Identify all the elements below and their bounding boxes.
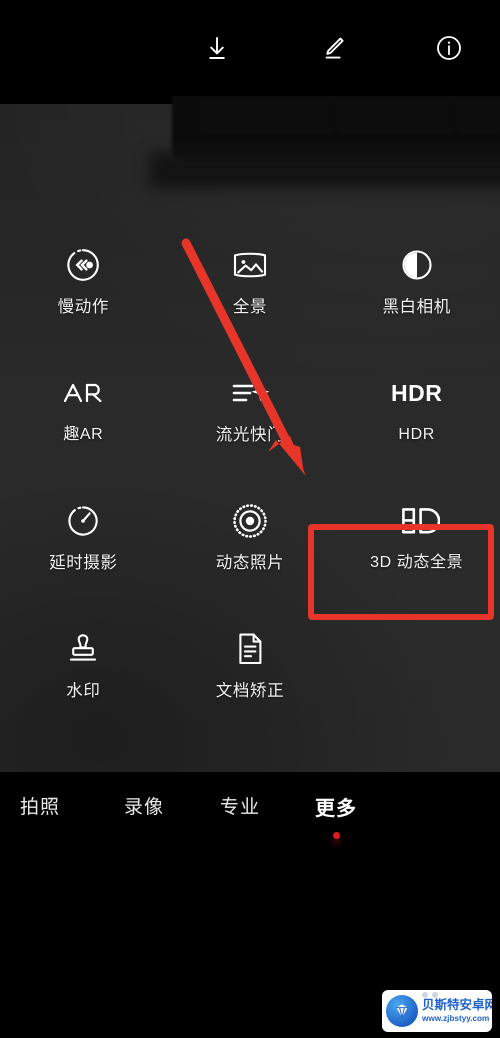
mode-item-3d-panorama[interactable]: 3D 动态全景 — [333, 472, 500, 600]
three-d-icon — [389, 501, 445, 541]
info-icon[interactable] — [432, 31, 466, 65]
tab-label: 录像 — [123, 797, 164, 818]
mode-label: 水印 — [66, 681, 101, 700]
live-photo-icon — [222, 501, 278, 541]
phone-screen: 慢动作 全景 黑白相机 趣AR 流光快门 HDR HDR 延时摄影 动态照片 3… — [0, 0, 500, 1038]
mode-item-monochrome[interactable]: 黑白相机 — [333, 216, 500, 344]
mode-item-document-correction[interactable]: 文档矫正 — [167, 600, 334, 728]
watermark-icon — [55, 629, 111, 669]
edit-icon[interactable] — [316, 31, 350, 65]
active-tab-indicator — [332, 832, 340, 839]
mode-label: 延时摄影 — [49, 553, 118, 572]
bottom-black-area: 贝斯特安卓网 www.zjbstyy.com — [0, 862, 500, 1038]
mode-item-hdr[interactable]: HDR HDR — [333, 344, 500, 472]
tab-video[interactable]: 录像 — [96, 792, 192, 819]
time-lapse-icon — [55, 501, 111, 541]
tab-more[interactable]: 更多 — [288, 792, 384, 839]
camera-mode-tabbar: 拍照 录像 专业 更多 — [0, 772, 500, 862]
mode-item-time-lapse[interactable]: 延时摄影 — [0, 472, 167, 600]
watermark-logo-icon — [386, 995, 418, 1027]
mode-item-live-photo[interactable]: 动态照片 — [167, 472, 334, 600]
tab-pro[interactable]: 专业 — [192, 792, 288, 819]
mode-label: HDR — [398, 426, 435, 443]
mode-label: 动态照片 — [215, 553, 285, 572]
download-icon[interactable] — [200, 31, 234, 65]
mode-label: 黑白相机 — [382, 297, 451, 316]
tab-label: 拍照 — [19, 797, 60, 818]
mode-item-watermark[interactable]: 水印 — [0, 600, 167, 728]
light-painting-icon — [222, 373, 278, 413]
document-correction-icon — [222, 629, 278, 669]
mode-label: 流光快门 — [215, 425, 285, 444]
camera-mode-grid: 慢动作 全景 黑白相机 趣AR 流光快门 HDR HDR 延时摄影 动态照片 3… — [0, 96, 500, 772]
top-toolbar — [0, 0, 500, 96]
watermark-title: 贝斯特安卓网 — [422, 998, 492, 1013]
monochrome-icon — [389, 245, 445, 285]
mode-item-panorama[interactable]: 全景 — [167, 216, 334, 344]
mode-label: 慢动作 — [57, 297, 109, 316]
tab-photo[interactable]: 拍照 — [0, 792, 88, 819]
mode-item-slow-motion[interactable]: 慢动作 — [0, 216, 167, 344]
slow-motion-icon — [55, 245, 111, 285]
panorama-icon — [222, 245, 278, 285]
mode-label: 文档矫正 — [215, 681, 285, 700]
site-watermark: 贝斯特安卓网 www.zjbstyy.com — [382, 990, 492, 1032]
mode-item-ar[interactable]: 趣AR — [0, 344, 167, 472]
hdr-icon-text: HDR — [390, 379, 443, 406]
tab-label: 专业 — [219, 797, 260, 818]
ar-icon — [55, 373, 111, 413]
watermark-text: 贝斯特安卓网 www.zjbstyy.com — [422, 999, 492, 1023]
mode-item-light-painting[interactable]: 流光快门 — [167, 344, 334, 472]
hdr-icon: HDR — [389, 373, 445, 413]
mode-label: 3D 动态全景 — [370, 554, 464, 571]
watermark-url: www.zjbstyy.com — [422, 1013, 490, 1023]
tab-label: 更多 — [315, 798, 357, 820]
mode-label: 全景 — [232, 297, 268, 316]
watermark-dots-icon — [422, 992, 438, 998]
mode-label: 趣AR — [63, 426, 104, 443]
